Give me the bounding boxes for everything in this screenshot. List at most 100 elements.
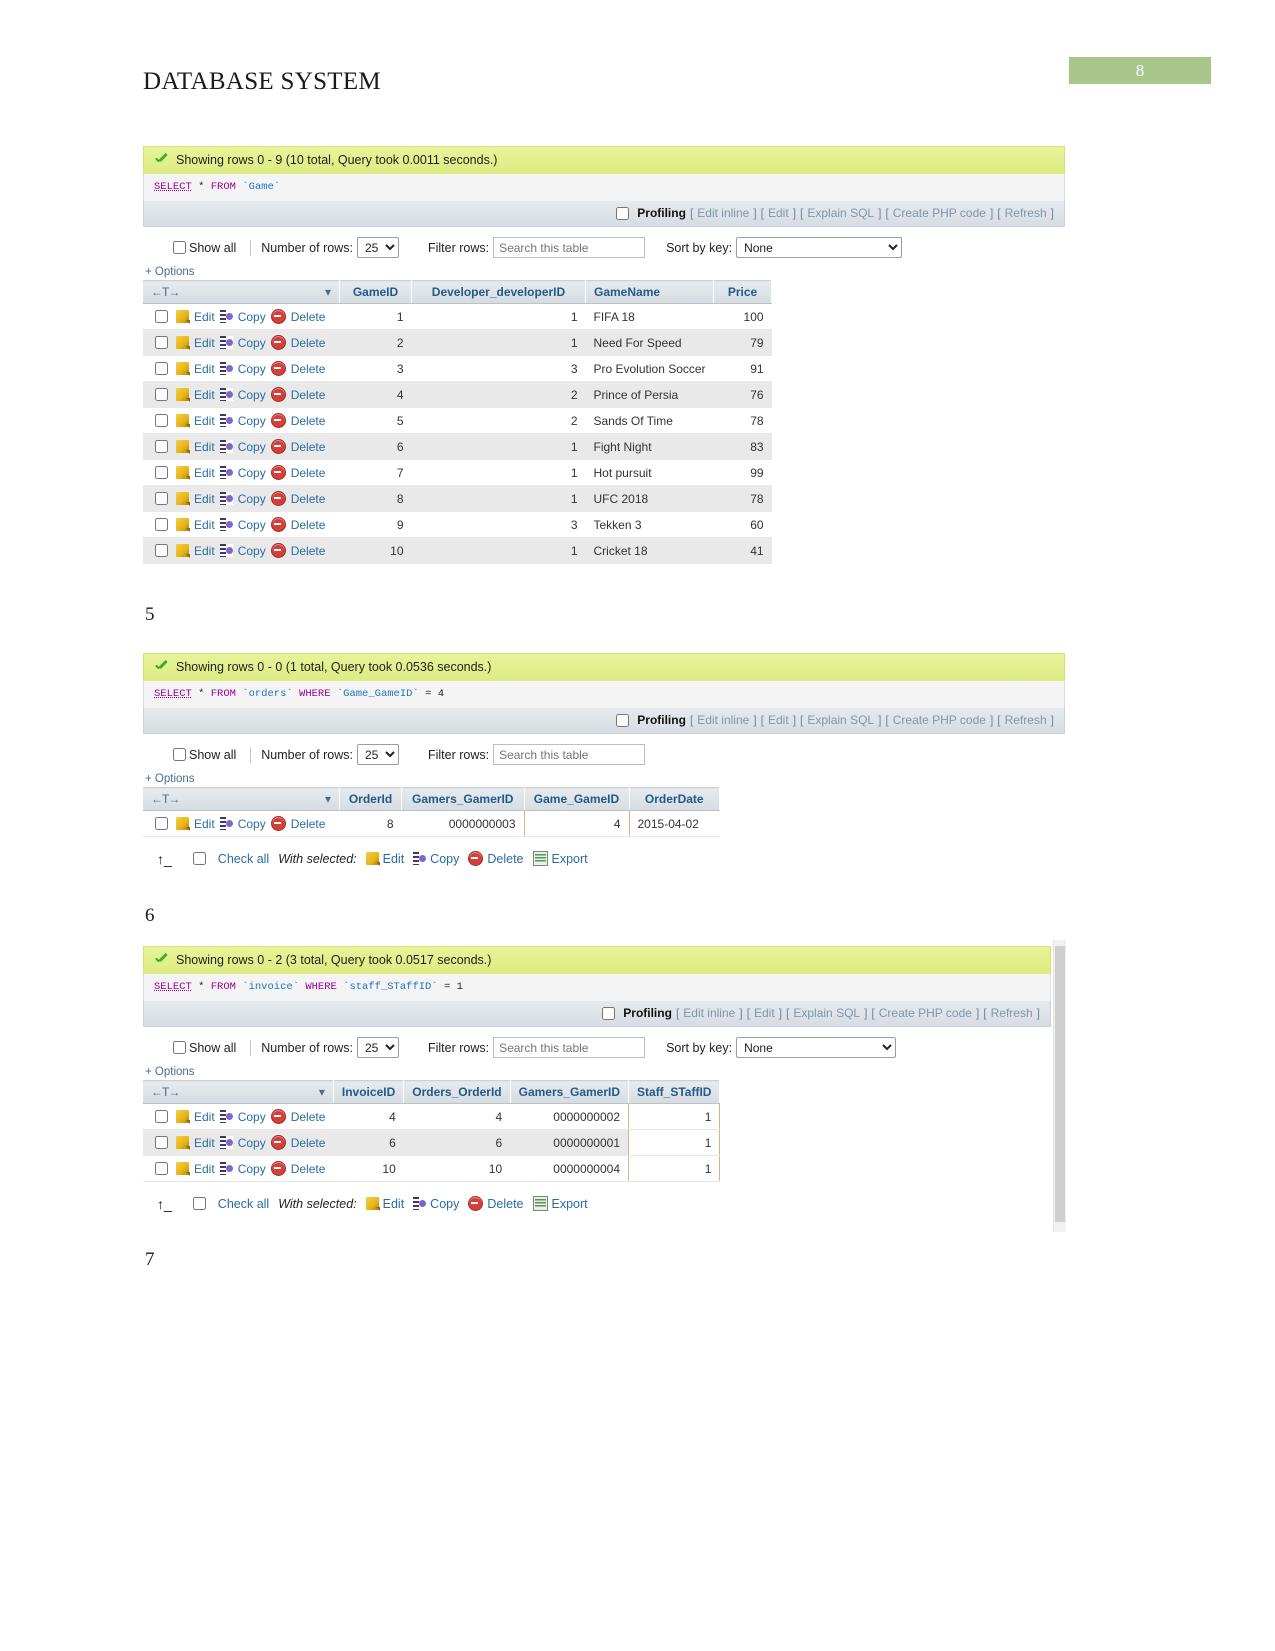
delete-row-link[interactable]: Delete [291, 1162, 326, 1176]
edit-row-link[interactable]: Edit [194, 518, 215, 532]
bulk-delete-link[interactable]: Delete [468, 1196, 524, 1211]
copy-row-link[interactable]: Copy [238, 544, 266, 558]
edit-link[interactable]: Edit [768, 206, 789, 220]
column-header-gamegameid[interactable]: Game_GameID [524, 787, 630, 811]
options-toggle[interactable]: + Options [143, 1062, 1051, 1080]
move-columns-icon[interactable]: ←T→ [151, 285, 180, 299]
row-checkbox[interactable] [155, 1136, 168, 1149]
row-checkbox[interactable] [155, 1162, 168, 1175]
number-of-rows-select[interactable]: 25 [356, 744, 399, 765]
edit-row-link[interactable]: Edit [194, 1136, 215, 1150]
copy-row-link[interactable]: Copy [238, 1136, 266, 1150]
column-header-actions[interactable]: ←T→ ▾ [143, 280, 340, 304]
check-all-link[interactable]: Check all [218, 1197, 269, 1211]
show-all-checkbox[interactable] [173, 1041, 186, 1054]
delete-row-link[interactable]: Delete [291, 414, 326, 428]
row-checkbox[interactable] [155, 310, 168, 323]
copy-row-link[interactable]: Copy [238, 310, 266, 324]
edit-inline-link[interactable]: Edit inline [697, 713, 749, 727]
cell-staffid[interactable]: 1 [628, 1103, 721, 1130]
check-all-checkbox[interactable] [192, 1197, 206, 1210]
filter-rows-input[interactable] [493, 237, 646, 258]
edit-row-link[interactable]: Edit [194, 817, 215, 831]
edit-inline-link[interactable]: Edit inline [697, 206, 749, 220]
column-header-invoiceid[interactable]: InvoiceID [333, 1080, 405, 1104]
move-columns-icon[interactable]: ←T→ [151, 792, 180, 806]
check-all-checkbox[interactable] [192, 852, 206, 865]
create-php-code-link[interactable]: Create PHP code [893, 206, 986, 220]
column-header-price[interactable]: Price [713, 280, 773, 304]
copy-row-link[interactable]: Copy [238, 1162, 266, 1176]
edit-inline-link[interactable]: Edit inline [683, 1006, 735, 1020]
explain-sql-link[interactable]: Explain SQL [807, 206, 874, 220]
edit-row-link[interactable]: Edit [194, 1110, 215, 1124]
row-checkbox[interactable] [155, 466, 168, 479]
column-header-gameid[interactable]: GameID [339, 280, 412, 304]
explain-sql-link[interactable]: Explain SQL [807, 713, 874, 727]
refresh-link[interactable]: Refresh [1005, 713, 1047, 727]
copy-row-link[interactable]: Copy [238, 336, 266, 350]
refresh-link[interactable]: Refresh [991, 1006, 1033, 1020]
bulk-export-link[interactable]: Export [532, 1196, 588, 1211]
profiling-checkbox[interactable] [616, 713, 630, 727]
edit-row-link[interactable]: Edit [194, 336, 215, 350]
bulk-edit-link[interactable]: Edit [365, 852, 404, 866]
delete-row-link[interactable]: Delete [291, 817, 326, 831]
delete-row-link[interactable]: Delete [291, 466, 326, 480]
number-of-rows-select[interactable]: 25 [356, 1037, 399, 1058]
profiling-checkbox[interactable] [616, 206, 630, 220]
sort-by-key-select[interactable]: None [736, 1037, 897, 1058]
row-checkbox[interactable] [155, 1110, 168, 1123]
options-toggle[interactable]: + Options [143, 262, 1065, 280]
edit-row-link[interactable]: Edit [194, 388, 215, 402]
copy-row-link[interactable]: Copy [238, 817, 266, 831]
column-header-gamersid[interactable]: Gamers_GamerID [401, 787, 525, 811]
explain-sql-link[interactable]: Explain SQL [793, 1006, 860, 1020]
delete-row-link[interactable]: Delete [291, 518, 326, 532]
create-php-code-link[interactable]: Create PHP code [893, 713, 986, 727]
move-columns-icon[interactable]: ←T→ [151, 1085, 180, 1099]
column-header-actions[interactable]: ←T→ ▾ [143, 1080, 334, 1104]
row-checkbox[interactable] [155, 817, 168, 830]
arrow-up-icon[interactable]: ↑_ [157, 1196, 172, 1212]
row-checkbox[interactable] [155, 440, 168, 453]
edit-row-link[interactable]: Edit [194, 362, 215, 376]
edit-row-link[interactable]: Edit [194, 310, 215, 324]
filter-rows-input[interactable] [493, 1037, 646, 1058]
delete-row-link[interactable]: Delete [291, 1110, 326, 1124]
copy-row-link[interactable]: Copy [238, 466, 266, 480]
edit-row-link[interactable]: Edit [194, 492, 215, 506]
column-header-developerid[interactable]: Developer_developerID [411, 280, 586, 304]
column-header-gamename[interactable]: GameName [585, 280, 715, 304]
row-checkbox[interactable] [155, 388, 168, 401]
chevron-down-icon[interactable]: ▾ [325, 792, 331, 806]
column-header-orderdate[interactable]: OrderDate [629, 787, 720, 811]
scrollbar-thumb[interactable] [1055, 946, 1065, 1222]
delete-row-link[interactable]: Delete [291, 544, 326, 558]
row-checkbox[interactable] [155, 518, 168, 531]
cell-gamegameid[interactable]: 4 [523, 810, 630, 837]
column-header-orderid[interactable]: OrderId [339, 787, 402, 811]
filter-rows-input[interactable] [493, 744, 646, 765]
arrow-up-icon[interactable]: ↑_ [157, 851, 172, 867]
number-of-rows-select[interactable]: 25 [356, 237, 399, 258]
profiling-checkbox[interactable] [602, 1006, 616, 1020]
options-toggle[interactable]: + Options [143, 769, 1065, 787]
copy-row-link[interactable]: Copy [238, 492, 266, 506]
delete-row-link[interactable]: Delete [291, 336, 326, 350]
copy-row-link[interactable]: Copy [238, 414, 266, 428]
row-checkbox[interactable] [155, 544, 168, 557]
edit-row-link[interactable]: Edit [194, 544, 215, 558]
row-checkbox[interactable] [155, 492, 168, 505]
edit-link[interactable]: Edit [768, 713, 789, 727]
bulk-export-link[interactable]: Export [532, 851, 588, 866]
bulk-copy-link[interactable]: Copy [413, 1197, 459, 1211]
create-php-code-link[interactable]: Create PHP code [879, 1006, 972, 1020]
show-all-checkbox[interactable] [173, 748, 186, 761]
delete-row-link[interactable]: Delete [291, 440, 326, 454]
edit-row-link[interactable]: Edit [194, 466, 215, 480]
delete-row-link[interactable]: Delete [291, 388, 326, 402]
cell-staffid[interactable]: 1 [628, 1155, 721, 1182]
chevron-down-icon[interactable]: ▾ [325, 285, 331, 299]
row-checkbox[interactable] [155, 414, 168, 427]
